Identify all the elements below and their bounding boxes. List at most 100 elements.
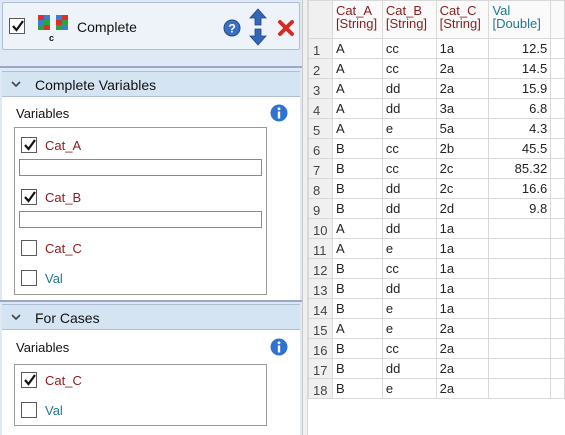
cell-empty[interactable] (550, 318, 565, 339)
cell-cat-b[interactable]: e (381, 238, 437, 259)
cell-val[interactable] (488, 338, 552, 359)
cell-empty[interactable] (550, 278, 565, 299)
row-number[interactable]: 15 (308, 318, 333, 339)
cell-val[interactable] (488, 218, 552, 239)
cell-cat-b[interactable]: cc (381, 58, 437, 79)
row-number[interactable]: 6 (308, 138, 333, 159)
cell-cat-c[interactable]: 2d (435, 198, 490, 219)
cell-cat-b[interactable]: dd (381, 198, 437, 219)
table-row[interactable]: 3 Add 2a 15.9 (308, 78, 565, 99)
table-row[interactable]: 16 Bcc 2a (308, 338, 565, 359)
cell-val[interactable]: 4.3 (488, 118, 552, 139)
cell-cat-c[interactable]: 1a (435, 38, 490, 59)
info-icon[interactable] (270, 104, 288, 122)
arrow-up-icon[interactable] (249, 8, 267, 26)
cell-empty[interactable] (550, 78, 565, 99)
variable-checkbox[interactable] (21, 189, 37, 205)
cell-empty[interactable] (550, 118, 565, 139)
cell-val[interactable] (488, 278, 552, 299)
row-number[interactable]: 5 (308, 118, 333, 139)
variable-value-field[interactable] (19, 211, 262, 228)
row-number[interactable]: 16 (308, 338, 333, 359)
cell-cat-b[interactable]: dd (381, 98, 437, 119)
cell-val[interactable] (488, 318, 552, 339)
variable-checkbox[interactable] (21, 240, 37, 256)
column-header[interactable]: Val [Double] (488, 0, 552, 39)
cell-cat-c[interactable]: 1a (435, 218, 490, 239)
cell-cat-c[interactable]: 2c (435, 158, 490, 179)
cell-val[interactable] (488, 378, 552, 399)
cell-cat-c[interactable]: 1a (435, 298, 490, 319)
table-row[interactable]: 11 Ae 1a (308, 238, 565, 259)
cell-val[interactable] (488, 258, 552, 279)
column-header[interactable]: Cat_C [String] (435, 0, 490, 39)
column-header[interactable]: Cat_B [String] (381, 0, 437, 39)
cell-cat-b[interactable]: e (381, 298, 437, 319)
cell-cat-a[interactable]: B (331, 138, 383, 159)
cell-empty[interactable] (550, 338, 565, 359)
info-icon[interactable] (270, 338, 288, 356)
table-row[interactable]: 6 Bcc 2b 45.5 (308, 138, 565, 159)
table-row[interactable]: 9 Bdd 2d 9.8 (308, 198, 565, 219)
cell-empty[interactable] (550, 98, 565, 119)
cell-val[interactable] (488, 238, 552, 259)
cell-val[interactable]: 85.32 (488, 158, 552, 179)
table-row[interactable]: 10 Add 1a (308, 218, 565, 239)
enable-node-checkbox[interactable] (9, 18, 25, 34)
cell-empty[interactable] (550, 158, 565, 179)
cell-val[interactable]: 6.8 (488, 98, 552, 119)
row-header-corner[interactable] (308, 0, 333, 39)
table-row[interactable]: 17 Bdd 2a (308, 358, 565, 379)
cell-empty[interactable] (550, 378, 565, 399)
row-number[interactable]: 10 (308, 218, 333, 239)
cell-val[interactable]: 9.8 (488, 198, 552, 219)
cell-cat-a[interactable]: A (331, 318, 383, 339)
cell-empty[interactable] (550, 238, 565, 259)
cell-val[interactable]: 45.5 (488, 138, 552, 159)
cell-cat-a[interactable]: A (331, 98, 383, 119)
table-row[interactable]: 18 Be 2a (308, 378, 565, 399)
table-row[interactable]: 2 Acc 2a 14.5 (308, 58, 565, 79)
cell-val[interactable]: 15.9 (488, 78, 552, 99)
cell-val[interactable]: 14.5 (488, 58, 552, 79)
cell-empty[interactable] (550, 358, 565, 379)
table-row[interactable]: 8 Bdd 2c 16.6 (308, 178, 565, 199)
cell-cat-b[interactable]: dd (381, 178, 437, 199)
cell-cat-b[interactable]: dd (381, 278, 437, 299)
variable-checkbox[interactable] (21, 372, 37, 388)
cell-cat-b[interactable]: cc (381, 258, 437, 279)
cell-cat-b[interactable]: dd (381, 78, 437, 99)
table-row[interactable]: 1 Acc 1a 12.5 (308, 38, 565, 59)
cell-cat-c[interactable]: 2a (435, 78, 490, 99)
cell-cat-c[interactable]: 1a (435, 238, 490, 259)
row-number[interactable]: 3 (308, 78, 333, 99)
delete-x-icon[interactable] (277, 19, 295, 37)
column-header[interactable]: Cat_A [String] (331, 0, 383, 39)
cell-empty[interactable] (550, 198, 565, 219)
cell-cat-c[interactable]: 2b (435, 138, 490, 159)
table-row[interactable]: 15 Ae 2a (308, 318, 565, 339)
cell-empty[interactable] (550, 138, 565, 159)
cell-cat-a[interactable]: A (331, 238, 383, 259)
row-number[interactable]: 9 (308, 198, 333, 219)
row-number[interactable]: 1 (308, 38, 333, 59)
cell-cat-b[interactable]: cc (381, 158, 437, 179)
cell-cat-c[interactable]: 2a (435, 358, 490, 379)
cell-cat-a[interactable]: B (331, 178, 383, 199)
cell-empty[interactable] (550, 258, 565, 279)
cell-cat-b[interactable]: cc (381, 38, 437, 59)
row-number[interactable]: 14 (308, 298, 333, 319)
cell-cat-a[interactable]: B (331, 298, 383, 319)
cell-cat-c[interactable]: 2a (435, 318, 490, 339)
cell-empty[interactable] (550, 38, 565, 59)
cell-empty[interactable] (550, 298, 565, 319)
table-row[interactable]: 13 Bdd 1a (308, 278, 565, 299)
cell-cat-c[interactable]: 2a (435, 378, 490, 399)
cell-cat-a[interactable]: A (331, 118, 383, 139)
cell-cat-c[interactable]: 2c (435, 178, 490, 199)
help-icon[interactable]: ? (223, 19, 241, 37)
cell-cat-b[interactable]: e (381, 318, 437, 339)
cell-cat-b[interactable]: dd (381, 218, 437, 239)
row-number[interactable]: 4 (308, 98, 333, 119)
cell-val[interactable]: 12.5 (488, 38, 552, 59)
